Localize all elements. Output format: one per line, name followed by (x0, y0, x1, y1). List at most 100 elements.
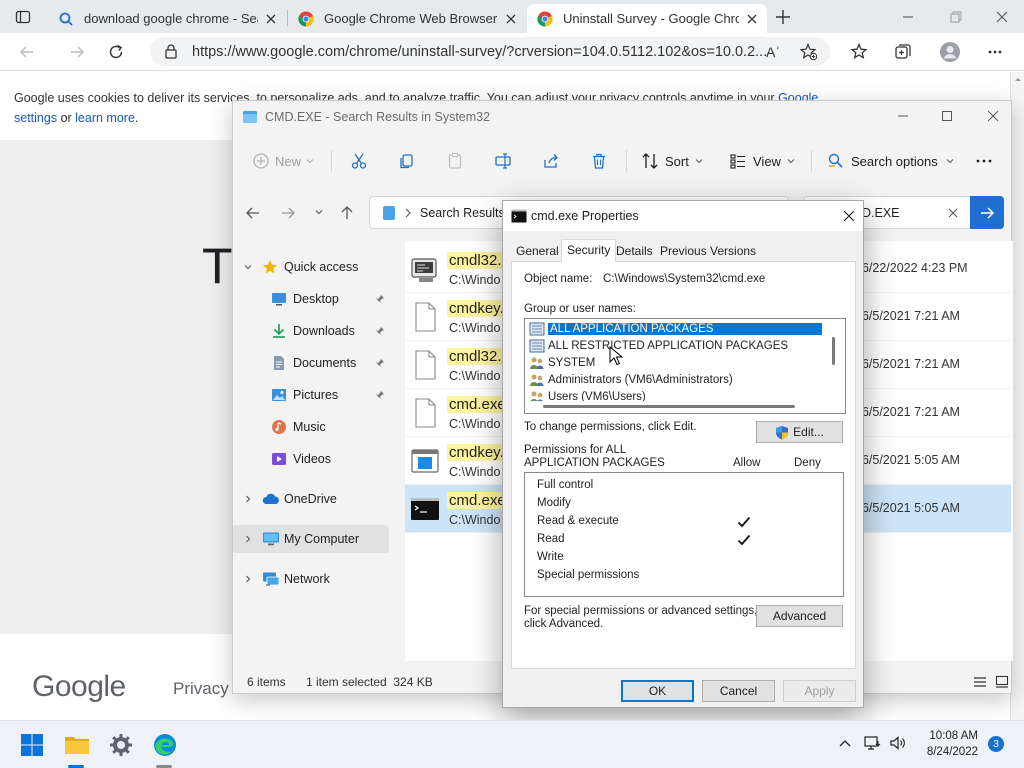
close-tab-icon[interactable] (504, 12, 518, 26)
clear-search-icon[interactable] (947, 207, 959, 219)
clock-time[interactable]: 10:08 AM (920, 730, 978, 742)
pin-icon[interactable] (375, 358, 385, 368)
nav-music[interactable]: Music (233, 413, 389, 441)
nav-quick-access[interactable]: Quick access (233, 253, 389, 281)
cancel-button[interactable]: Cancel (702, 680, 775, 702)
forward-icon[interactable] (280, 205, 296, 221)
edit-button[interactable]: Edit... (756, 421, 843, 443)
nav-videos[interactable]: Videos (233, 445, 389, 473)
learn-more-link[interactable]: learn more (75, 111, 135, 125)
details-view-icon[interactable] (973, 675, 987, 689)
file-path: C:\Windo (449, 465, 501, 479)
hscrollbar-thumb[interactable] (543, 405, 795, 408)
lock-icon[interactable] (164, 44, 178, 59)
read-aloud-icon[interactable]: Aʾ (762, 42, 784, 62)
advanced-button[interactable]: Advanced (756, 605, 843, 627)
tab-security[interactable]: Security (561, 239, 617, 262)
close-tab-icon[interactable] (264, 12, 278, 26)
copy-icon[interactable] (398, 141, 416, 181)
list-scrollbar-thumb[interactable] (832, 337, 835, 365)
notification-badge[interactable]: 3 (988, 736, 1004, 752)
new-button[interactable]: New (253, 141, 314, 181)
list-item[interactable]: ALL APPLICATION PACKAGES (529, 320, 822, 337)
nav-label: Quick access (284, 260, 359, 274)
add-favorite-icon[interactable] (798, 42, 820, 62)
back-icon[interactable] (245, 205, 261, 221)
nav-downloads[interactable]: Downloads (233, 317, 389, 345)
tab-google-chrome-web-browser[interactable]: Google Chrome Web Browser (288, 4, 526, 33)
favorites-icon[interactable] (848, 42, 870, 62)
nav-desktop[interactable]: Desktop (233, 285, 389, 313)
nav-label: Downloads (293, 324, 355, 338)
pin-icon[interactable] (375, 390, 385, 400)
settings-link[interactable]: settings (14, 111, 57, 125)
privacy-link[interactable]: Privacy (173, 679, 229, 699)
apply-button[interactable]: Apply (783, 680, 856, 702)
start-button[interactable] (17, 730, 47, 760)
forward-icon[interactable] (66, 42, 88, 62)
view-button[interactable]: View (729, 141, 795, 181)
cut-icon[interactable] (350, 141, 368, 181)
edge-browser-icon[interactable] (150, 730, 180, 760)
rename-icon[interactable] (494, 141, 512, 181)
tab-previous-versions[interactable]: Previous Versions (655, 241, 761, 261)
file-path: C:\Windo (449, 321, 501, 335)
more-menu-icon[interactable] (984, 42, 1006, 62)
close-tab-icon[interactable] (745, 12, 759, 26)
share-icon[interactable] (542, 141, 560, 181)
up-icon[interactable] (339, 205, 355, 221)
file-explorer-icon[interactable] (62, 730, 92, 760)
paste-icon[interactable] (446, 141, 464, 181)
permission-write: Write (537, 551, 564, 563)
delete-icon[interactable] (590, 141, 608, 181)
minimize-icon[interactable] (896, 7, 920, 27)
list-item[interactable]: Administrators (VM6\Administrators) (529, 371, 733, 388)
nav-network[interactable]: Network (233, 565, 389, 593)
search-options-button[interactable]: Search options (827, 141, 954, 181)
settings-gear-icon[interactable] (106, 730, 136, 760)
tab-download-google-chrome[interactable]: download google chrome - Sear (48, 4, 286, 33)
sort-label: Sort (665, 153, 689, 169)
address-bar[interactable]: https://www.google.com/chrome/uninstall-… (150, 37, 830, 66)
show-hidden-icons-icon[interactable] (838, 738, 852, 748)
pin-icon[interactable] (375, 294, 385, 304)
recent-locations-icon[interactable] (314, 207, 324, 217)
list-hscrollbar[interactable] (525, 401, 845, 413)
nav-documents[interactable]: Documents (233, 349, 389, 377)
refresh-icon[interactable] (105, 42, 127, 62)
maximize-icon[interactable] (941, 109, 953, 123)
see-more-icon[interactable] (975, 141, 993, 181)
back-icon[interactable] (16, 42, 38, 62)
nav-my-computer[interactable]: My Computer (233, 525, 389, 553)
close-window-icon[interactable] (990, 7, 1014, 27)
close-dialog-icon[interactable] (843, 210, 855, 222)
minimize-icon[interactable] (897, 109, 909, 123)
network-status-icon[interactable] (864, 735, 882, 751)
sort-button[interactable]: Sort (641, 141, 703, 181)
nav-label: My Computer (284, 532, 360, 546)
group-user-list[interactable]: ALL APPLICATION PACKAGES ALL RESTRICTED … (524, 318, 846, 414)
pin-icon[interactable] (375, 326, 385, 336)
tiles-view-icon[interactable] (995, 675, 1009, 689)
tab-uninstall-survey[interactable]: Uninstall Survey - Google Chrom (527, 4, 767, 33)
chrome-icon (537, 11, 553, 27)
profile-avatar[interactable] (938, 40, 962, 64)
cmdl32-exe-icon (409, 253, 441, 285)
collections-icon[interactable] (892, 42, 914, 62)
ok-button[interactable]: OK (621, 680, 694, 702)
permission-read-execute: Read & execute (537, 515, 619, 527)
restore-icon[interactable] (944, 7, 968, 27)
tab-general[interactable]: General (511, 241, 564, 261)
search-go-button[interactable] (970, 196, 1004, 229)
nav-pictures[interactable]: Pictures (233, 381, 389, 409)
nav-onedrive[interactable]: OneDrive (233, 485, 389, 513)
clock-date[interactable]: 8/24/2022 (920, 746, 978, 758)
new-tab-icon[interactable] (772, 7, 794, 27)
tab-actions-icon[interactable] (14, 8, 32, 26)
tab-details[interactable]: Details (611, 241, 658, 261)
close-window-icon[interactable] (987, 109, 999, 123)
list-item[interactable]: SYSTEM (529, 354, 595, 371)
plus-circle-icon (253, 153, 269, 169)
volume-icon[interactable] (889, 735, 907, 751)
list-item[interactable]: ALL RESTRICTED APPLICATION PACKAGES (529, 337, 788, 354)
